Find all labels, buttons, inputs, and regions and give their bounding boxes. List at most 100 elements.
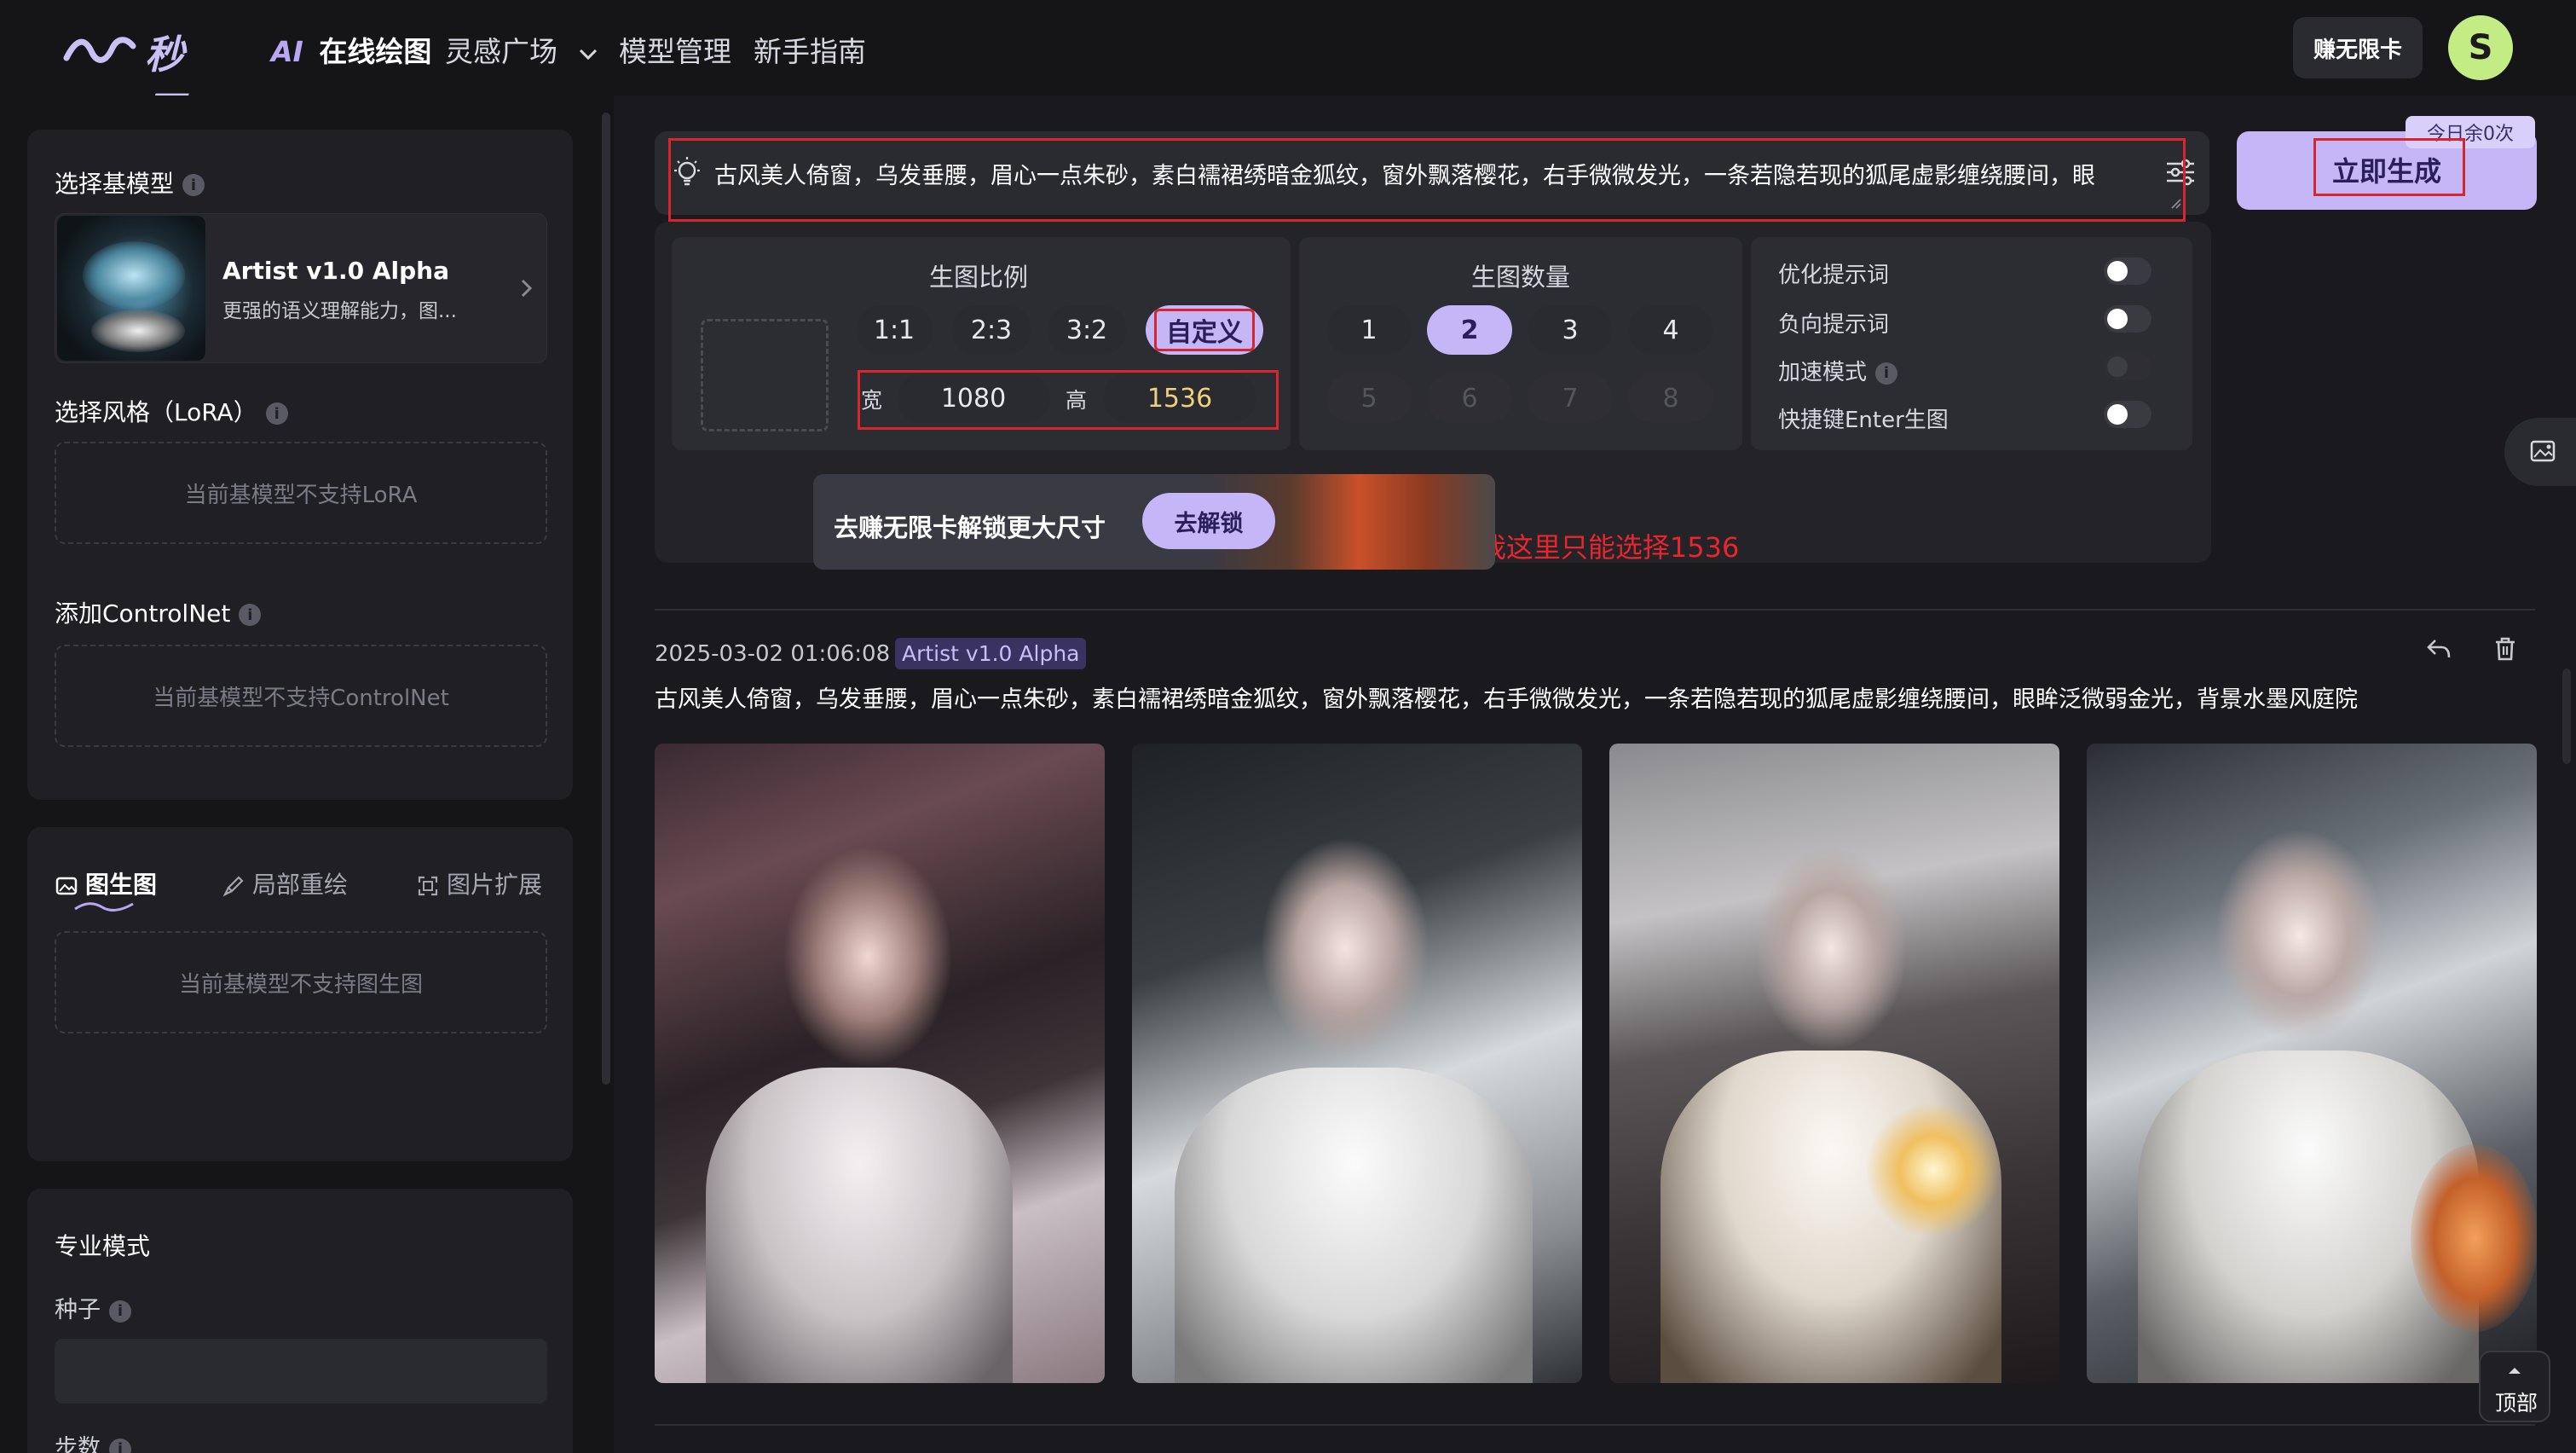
ratio-option-2-3[interactable]: 2:3 bbox=[951, 305, 1031, 355]
toggles-card: 优化提示词 负向提示词 加速模式 i 快捷键Enter生图 bbox=[1751, 237, 2192, 450]
model-card[interactable]: Artist v1.0 Alpha 更强的语义理解能力，图... bbox=[55, 213, 547, 363]
model-desc: 更强的语义理解能力，图... bbox=[222, 300, 457, 322]
annotation-box-size bbox=[858, 370, 1279, 430]
nav-ai-label: AI bbox=[271, 35, 303, 68]
negative-prompt-label: 负向提示词 bbox=[1778, 312, 1890, 338]
info-icon: i bbox=[109, 1438, 131, 1453]
pro-mode-panel: 专业模式 种子 i 步数 i bbox=[27, 1189, 573, 1453]
fast-mode-label-text: 加速模式 bbox=[1778, 360, 1868, 385]
avatar[interactable]: S bbox=[2448, 15, 2513, 80]
generated-image-4[interactable] bbox=[2087, 744, 2537, 1383]
optimize-prompt-toggle[interactable] bbox=[2104, 258, 2151, 285]
nav-online-draw[interactable]: AI 在线绘图 bbox=[271, 29, 432, 68]
left-sidebar: 选择基模型 i Artist v1.0 Alpha 更强的语义理解能力，图... … bbox=[0, 96, 610, 1453]
tab-img2img[interactable]: 图生图 bbox=[55, 866, 158, 912]
model-panel: 选择基模型 i Artist v1.0 Alpha 更强的语义理解能力，图... … bbox=[27, 130, 573, 800]
steps-label-text: 步数 bbox=[55, 1435, 101, 1453]
generated-image-2[interactable] bbox=[1132, 744, 1582, 1383]
unlock-text: 去赚无限卡解锁更大尺寸 bbox=[834, 513, 1106, 542]
fast-mode-label: 加速模式 i bbox=[1778, 355, 1898, 386]
lora-title: 选择风格（LoRA） i bbox=[55, 394, 288, 428]
chevron-right-icon bbox=[521, 279, 533, 298]
fast-mode-toggle[interactable] bbox=[2104, 353, 2151, 380]
count-option-8[interactable]: 8 bbox=[1628, 373, 1713, 423]
controlnet-title: 添加ControlNet i bbox=[55, 595, 262, 629]
count-option-2[interactable]: 2 bbox=[1427, 305, 1512, 355]
nav-inspiration-label: 灵感广场 bbox=[445, 35, 557, 68]
tab-img2img-label: 图生图 bbox=[85, 871, 158, 899]
divider bbox=[655, 609, 2535, 611]
seed-label-text: 种子 bbox=[55, 1297, 101, 1323]
enter-shortcut-label: 快捷键Enter生图 bbox=[1778, 408, 1949, 433]
info-icon: i bbox=[265, 402, 288, 425]
info-icon: i bbox=[239, 604, 262, 626]
count-option-1[interactable]: 1 bbox=[1326, 305, 1412, 355]
enter-shortcut-toggle[interactable] bbox=[2104, 401, 2151, 428]
controlnet-empty: 当前基模型不支持ControlNet bbox=[55, 645, 547, 747]
tab-outpaint[interactable]: 图片扩展 bbox=[416, 866, 542, 900]
floating-image-tool[interactable] bbox=[2504, 418, 2576, 486]
nav-inspiration[interactable]: 灵感广场 bbox=[445, 29, 599, 68]
count-option-4[interactable]: 4 bbox=[1628, 305, 1713, 355]
unlock-button[interactable]: 去解锁 bbox=[1142, 493, 1275, 549]
active-tab-underline bbox=[74, 902, 134, 912]
top-bar: 秒画 AI 在线绘图 灵感广场 模型管理 新手指南 赚无限卡 S bbox=[0, 0, 2576, 134]
count-option-6[interactable]: 6 bbox=[1427, 373, 1512, 423]
count-option-5[interactable]: 5 bbox=[1326, 373, 1412, 423]
image-gallery-icon bbox=[2530, 440, 2556, 462]
brush-icon bbox=[222, 876, 244, 897]
chevron-down-icon bbox=[579, 49, 597, 60]
info-icon: i bbox=[1875, 362, 1898, 385]
model-name: Artist v1.0 Alpha bbox=[222, 257, 449, 285]
ratio-option-3-2[interactable]: 3:2 bbox=[1047, 305, 1127, 355]
steps-label: 步数 i bbox=[55, 1429, 131, 1453]
generated-image-3[interactable] bbox=[1609, 744, 2059, 1383]
img2img-panel: 图生图 局部重绘 图片扩展 当前基模型不支持图生图 bbox=[27, 827, 573, 1161]
count-option-7[interactable]: 7 bbox=[1528, 373, 1613, 423]
seed-input[interactable] bbox=[55, 1339, 547, 1404]
expand-icon bbox=[418, 876, 438, 896]
seed-label: 种子 i bbox=[55, 1291, 131, 1324]
back-to-top-label: 顶部 bbox=[2494, 1391, 2538, 1415]
unlock-popup: 去赚无限卡解锁更大尺寸 去解锁 bbox=[813, 474, 1495, 570]
sidebar-scrollbar[interactable] bbox=[602, 113, 610, 1085]
annotation-box-custom bbox=[1154, 309, 1255, 351]
info-icon: i bbox=[109, 1300, 131, 1323]
history-prompt: 古风美人倚窗，乌发垂腰，眉心一点朱砂，素白襦裙绣暗金狐纹，窗外飘落樱花，右手微微… bbox=[655, 686, 2358, 713]
count-option-3[interactable]: 3 bbox=[1528, 305, 1613, 355]
model-thumbnail bbox=[57, 216, 205, 361]
base-model-title-text: 选择基模型 bbox=[55, 170, 175, 198]
arrow-up-icon bbox=[2509, 1368, 2521, 1374]
lora-empty: 当前基模型不支持LoRA bbox=[55, 442, 547, 544]
right-scroll-indicator[interactable] bbox=[2562, 669, 2571, 764]
nav-models[interactable]: 模型管理 bbox=[619, 29, 731, 70]
tab-inpaint-label: 局部重绘 bbox=[252, 871, 349, 899]
trash-icon[interactable] bbox=[2491, 634, 2520, 663]
history-model-badge: Artist v1.0 Alpha bbox=[895, 638, 1087, 669]
negative-prompt-toggle[interactable] bbox=[2104, 305, 2151, 333]
image-icon bbox=[55, 877, 78, 895]
lora-title-text: 选择风格（LoRA） bbox=[55, 398, 257, 426]
history-timestamp: 2025-03-02 01:06:08 bbox=[655, 641, 891, 667]
annotation-box-generate bbox=[2313, 138, 2465, 196]
reuse-icon[interactable] bbox=[2424, 634, 2453, 663]
optimize-prompt-label: 优化提示词 bbox=[1778, 263, 1890, 288]
ratio-title: 生图比例 bbox=[929, 263, 1029, 292]
info-icon: i bbox=[182, 174, 205, 196]
back-to-top-button[interactable]: 顶部 bbox=[2479, 1351, 2550, 1422]
earn-card-button[interactable]: 赚无限卡 bbox=[2293, 17, 2423, 78]
pro-mode-title: 专业模式 bbox=[55, 1232, 151, 1260]
logo[interactable]: 秒画 bbox=[63, 19, 217, 134]
ratio-option-1-1[interactable]: 1:1 bbox=[856, 305, 933, 355]
nav-guide[interactable]: 新手指南 bbox=[754, 29, 866, 70]
generated-image-1[interactable] bbox=[655, 744, 1105, 1383]
ratio-preview bbox=[701, 319, 829, 431]
divider-bottom bbox=[655, 1424, 2535, 1426]
nav-online-draw-label: 在线绘图 bbox=[319, 35, 432, 68]
annotation-box-prompt bbox=[668, 138, 2186, 222]
controlnet-title-text: 添加ControlNet bbox=[55, 599, 231, 628]
logo-wave-icon bbox=[63, 37, 136, 63]
ratio-card: 生图比例 1:1 2:3 3:2 自定义 宽 1080 高 1536 bbox=[672, 237, 1291, 450]
tab-inpaint[interactable]: 局部重绘 bbox=[222, 866, 348, 900]
count-card: 生图数量 1 2 3 4 5 6 7 8 bbox=[1299, 237, 1742, 450]
